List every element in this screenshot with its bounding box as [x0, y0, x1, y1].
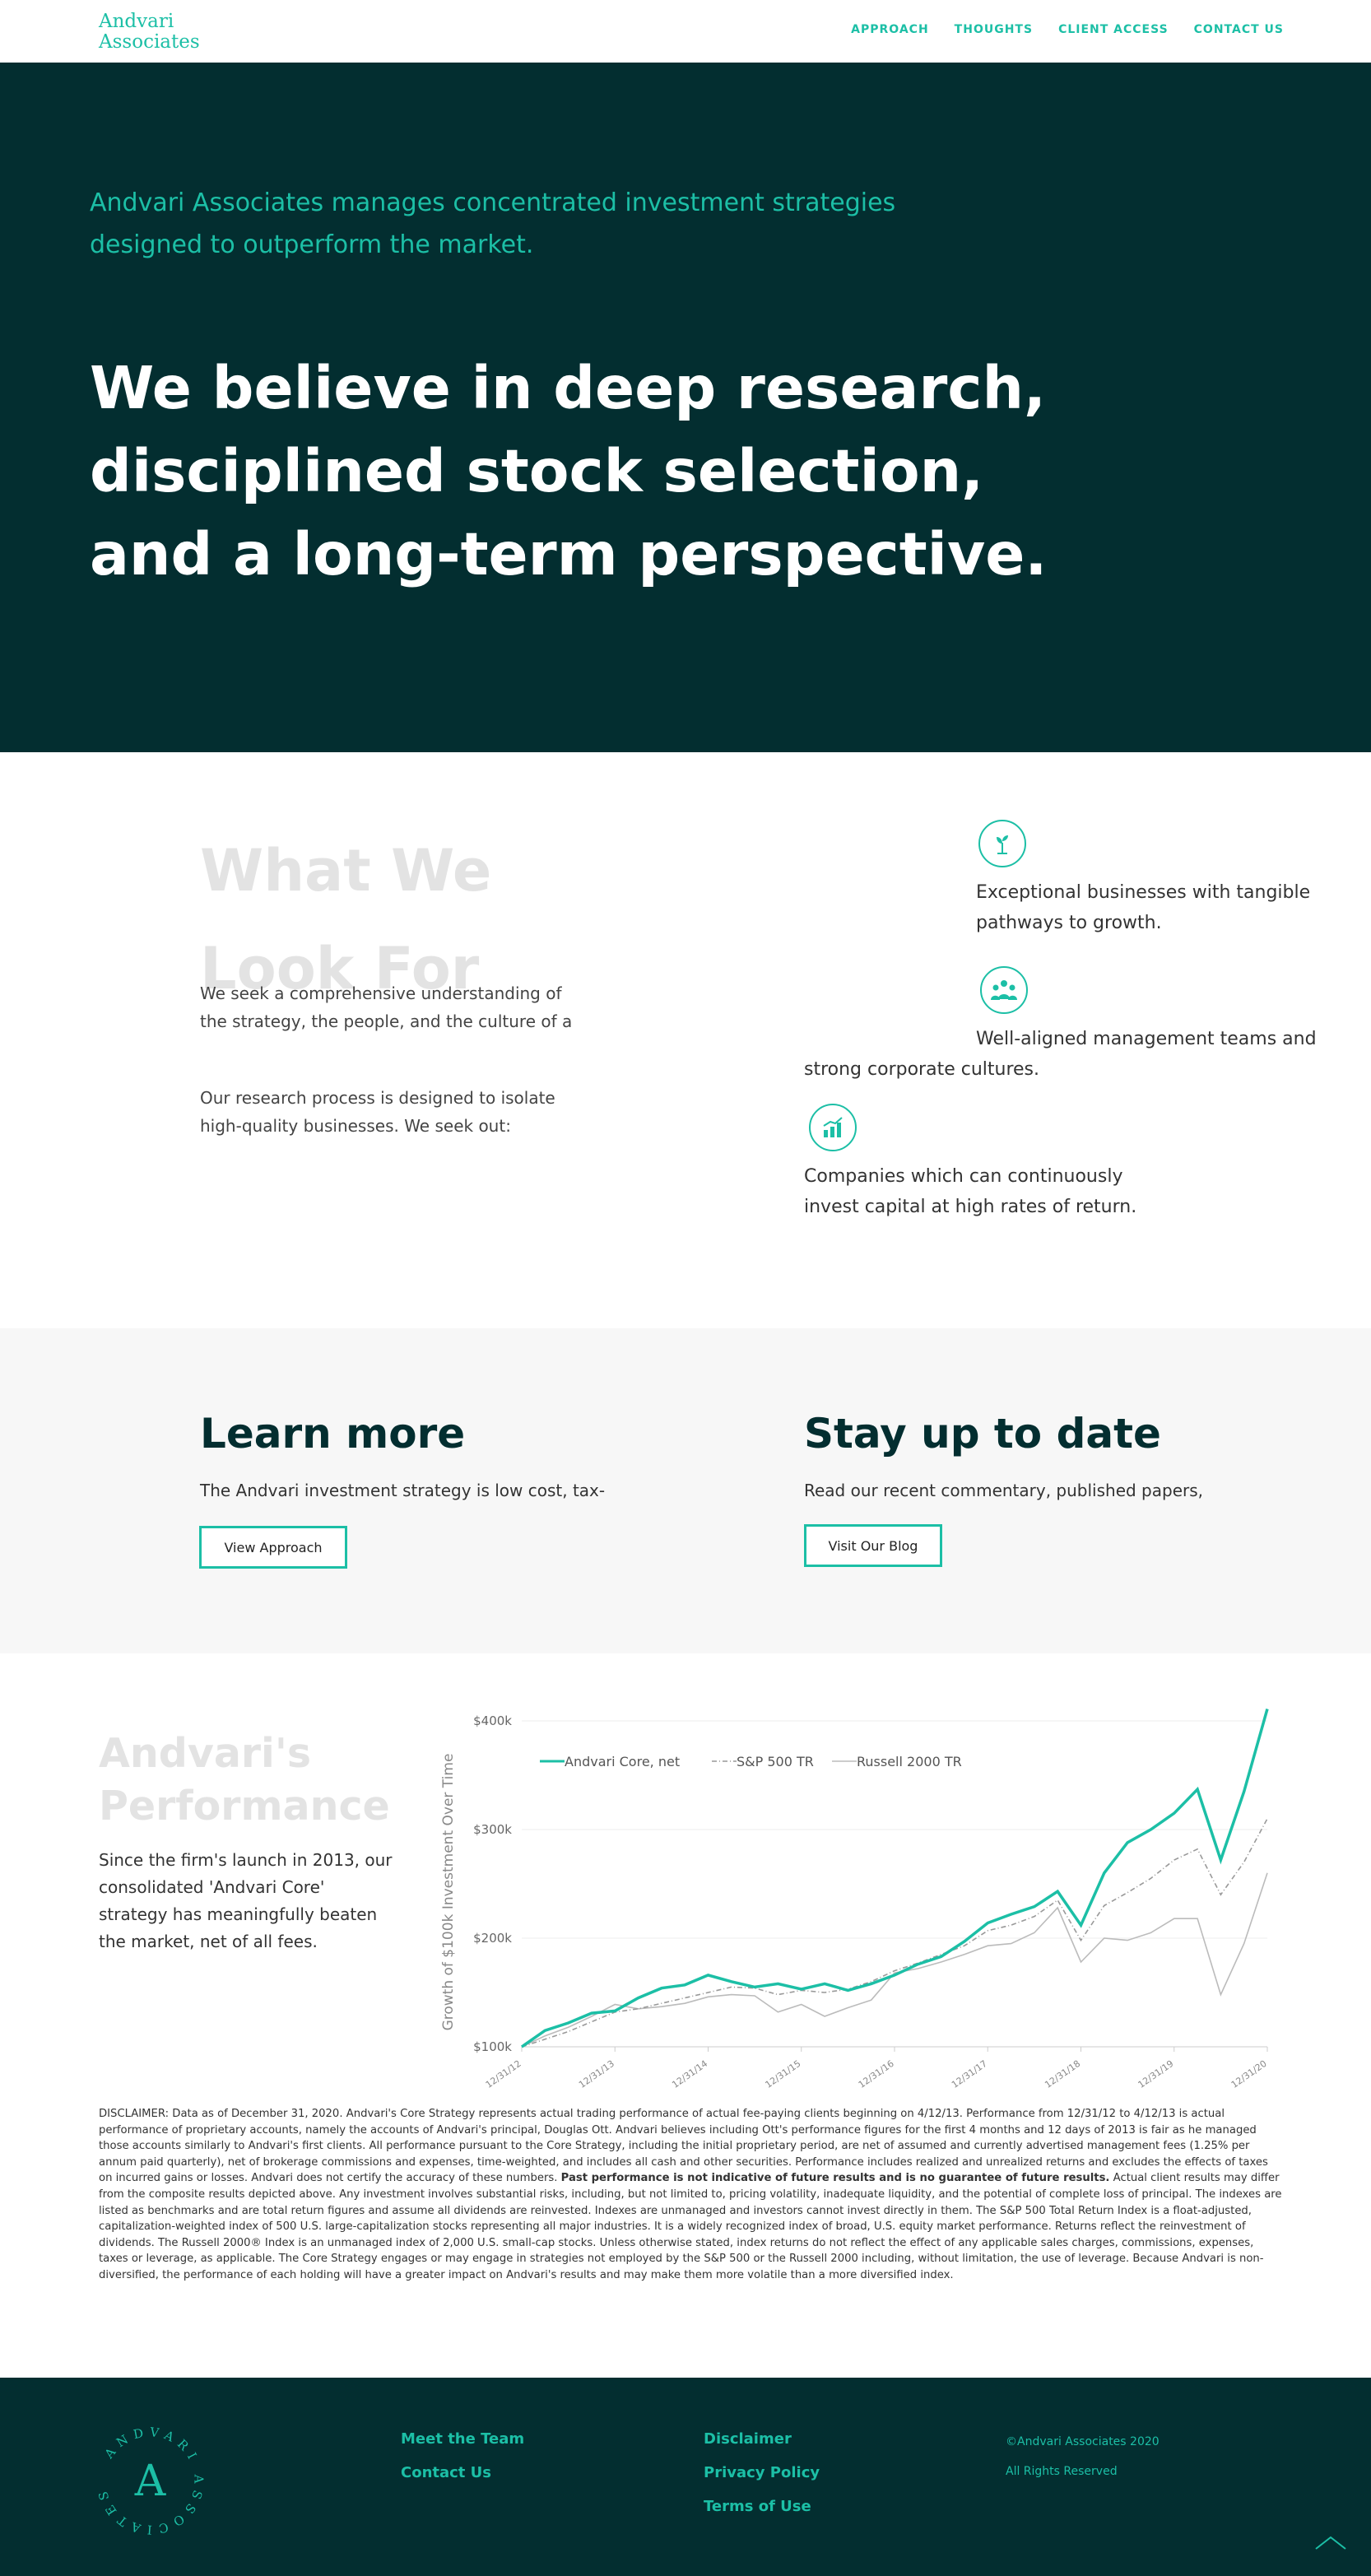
series-line-1 [521, 1818, 1268, 2048]
y-tick-label: $100k [473, 2039, 512, 2054]
performance-title-line2: Performance [99, 1783, 390, 1830]
x-tick-label: 12/31/19 [1136, 2058, 1176, 2090]
meet-the-team-link[interactable]: Meet the Team [401, 2422, 524, 2456]
y-axis-label: Growth of $100k Investment Over Time [440, 1754, 457, 2031]
hero-title: We believe in deep research, disciplined… [90, 354, 1048, 588]
disclaimer-part-b: Actual client results may differ from th… [99, 2172, 1282, 2281]
visit-blog-button[interactable]: Visit Our Blog [804, 1524, 942, 1567]
x-tick-label: 12/31/14 [670, 2058, 709, 2090]
top-navigation: Andvari Associates APPROACH THOUGHTS CLI… [0, 0, 1371, 63]
y-tick-label: $200k [473, 1931, 512, 1946]
legend-label: Russell 2000 TR [857, 1754, 962, 1769]
disclaimer-text: DISCLAIMER: Data as of December 31, 2020… [99, 2106, 1284, 2284]
hero-lead: Andvari Associates manages concentrated … [90, 188, 896, 259]
cta-section: Learn more The Andvari investment strate… [0, 1328, 1371, 1653]
back-to-top-icon[interactable] [1314, 2534, 1347, 2550]
x-tick-label: 12/31/17 [950, 2058, 989, 2090]
rights-text: All Rights Reserved [1006, 2465, 1118, 2478]
y-tick-label: $300k [473, 1822, 512, 1837]
y-tick-label: $400k [473, 1713, 512, 1728]
contact-us-link[interactable]: Contact Us [401, 2456, 524, 2490]
team-icon [980, 966, 1028, 1014]
feature-text: Companies which can continuously invest … [804, 1166, 1137, 1217]
look-intro-text: We seek a comprehensive understanding of… [200, 983, 573, 1031]
performance-title-line1: Andvari's [99, 1730, 312, 1777]
stay-up-to-date-text: Read our recent commentary, published pa… [804, 1481, 1203, 1500]
x-tick-label: 12/31/16 [857, 2058, 896, 2090]
sprout-icon [978, 820, 1026, 867]
section-title-line1: What We [200, 837, 492, 904]
nav-links: APPROACH THOUGHTS CLIENT ACCESS CONTACT … [851, 23, 1284, 36]
footer-col-1: Meet the Team Contact Us [401, 2422, 524, 2490]
footer-copyright: ©Andvari Associates 2020 All Rights Rese… [1006, 2427, 1160, 2486]
andvari-seal-logo: ANDVARI ASSOCIATES A [95, 2425, 201, 2537]
performance-chart: $100k $200k $300k $400k 12/31/12 12/31/13 12/3… [440, 1709, 1269, 2090]
privacy-policy-link[interactable]: Privacy Policy [704, 2456, 820, 2490]
terms-of-use-link[interactable]: Terms of Use [704, 2490, 820, 2523]
look-research-text: Our research process is designed to isol… [200, 1088, 555, 1136]
legend-label: Andvari Core, net [565, 1754, 680, 1769]
footer-col-2: Disclaimer Privacy Policy Terms of Use [704, 2422, 820, 2523]
x-tick-label: 12/31/13 [577, 2058, 616, 2090]
disclaimer-link[interactable]: Disclaimer [704, 2422, 820, 2456]
disclaimer-bold: Past performance is not indicative of fu… [560, 2172, 1110, 2185]
nav-link-approach[interactable]: APPROACH [851, 23, 929, 36]
copyright-text: ©Andvari Associates 2020 [1006, 2435, 1160, 2448]
footer: ANDVARI ASSOCIATES A Meet the Team Conta… [0, 2378, 1371, 2576]
legend-label: S&P 500 TR [737, 1754, 814, 1769]
logo[interactable]: Andvari Associates [99, 12, 200, 53]
stay-up-to-date-title: Stay up to date [804, 1410, 1161, 1458]
logo-line2: Associates [99, 31, 200, 53]
hero-section: Andvari Associates manages concentrated … [0, 63, 1371, 788]
growth-chart-icon [809, 1104, 857, 1151]
feature-text: Well-aligned management teams and strong… [804, 1029, 1317, 1080]
performance-title: Andvari's Performance [99, 1727, 390, 1833]
x-tick-label: 12/31/20 [1229, 2058, 1269, 2090]
performance-text: Since the firm's launch in 2013, our con… [99, 1850, 393, 1951]
performance-section: Andvari's Performance Since the firm's l… [0, 1653, 1371, 2378]
what-we-look-for-section: What We Look For We seek a comprehensive… [0, 752, 1371, 1328]
logo-line1: Andvari [99, 11, 174, 32]
seal-letter: A [134, 2457, 167, 2506]
series-line-2 [521, 1872, 1268, 2048]
feature-text: Exceptional businesses with tangible pat… [976, 882, 1311, 933]
x-tick-label: 12/31/12 [484, 2058, 523, 2090]
x-tick-label: 12/31/18 [1043, 2058, 1082, 2090]
view-approach-button[interactable]: View Approach [199, 1526, 347, 1569]
learn-more-text: The Andvari investment strategy is low c… [200, 1481, 606, 1500]
learn-more-title: Learn more [200, 1410, 466, 1458]
nav-link-thoughts[interactable]: THOUGHTS [955, 23, 1033, 36]
x-tick-label: 12/31/15 [764, 2058, 803, 2090]
nav-link-contact-us[interactable]: CONTACT US [1194, 23, 1284, 36]
nav-link-client-access[interactable]: CLIENT ACCESS [1058, 23, 1169, 36]
